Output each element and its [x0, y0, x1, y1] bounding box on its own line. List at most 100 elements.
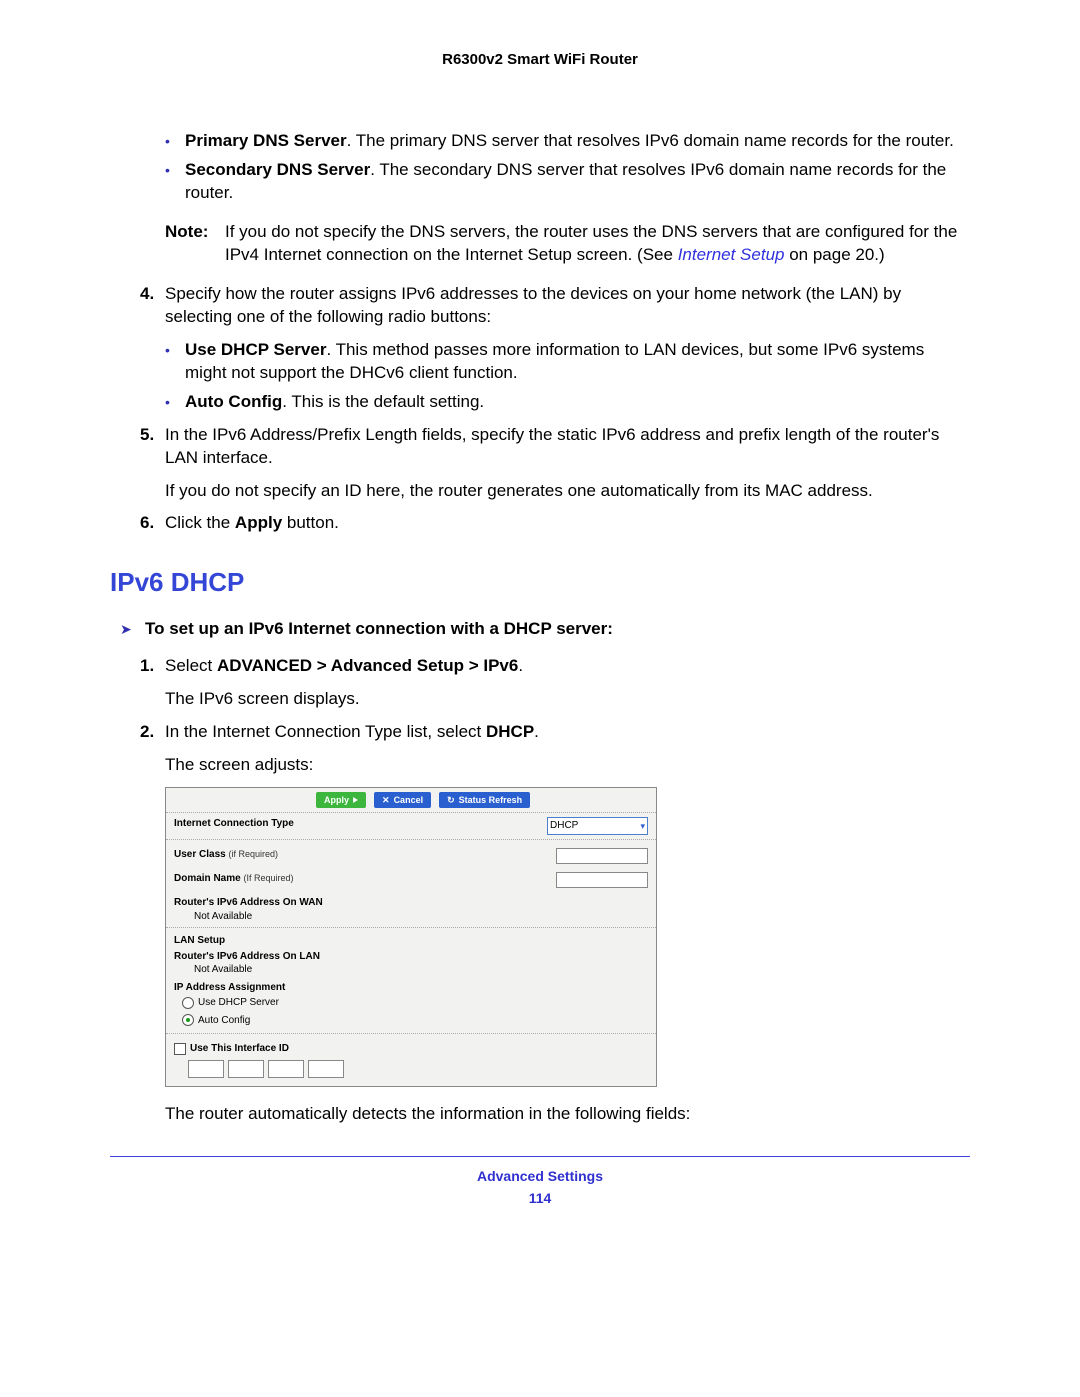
bullet-text: Use DHCP Server. This method passes more… [185, 339, 970, 385]
step-text: In the Internet Connection Type list, se… [165, 721, 970, 744]
step-num: 2. [140, 721, 165, 744]
bullet-rest: . This is the default setting. [282, 392, 484, 411]
conn-type-value: DHCP [550, 819, 578, 833]
bullet-primary-dns: • Primary DNS Server. The primary DNS se… [110, 130, 970, 153]
bullet-icon: • [165, 339, 185, 385]
conn-type-select[interactable]: DHCP ▾ [547, 817, 648, 835]
radio-icon-selected [182, 1014, 194, 1026]
step-num: 6. [140, 512, 165, 535]
use-interface-id-label: Use This Interface ID [190, 1042, 289, 1056]
lan-addr-label: Router's IPv6 Address On LAN [174, 950, 320, 964]
doc-title: R6300v2 Smart WiFi Router [110, 50, 970, 70]
domain-name-label: Domain Name (If Required) [174, 872, 294, 888]
procedure-heading: ➤ To set up an IPv6 Internet connection … [110, 618, 970, 641]
step-text: Select ADVANCED > Advanced Setup > IPv6. [165, 655, 970, 678]
apply-label: Apply [324, 794, 349, 806]
bullet-text: Primary DNS Server. The primary DNS serv… [185, 130, 970, 153]
step-num: 4. [140, 283, 165, 329]
dhcp-step-2-after: The screen adjusts: [110, 754, 970, 777]
bullet-icon: • [165, 391, 185, 414]
step-6: 6. Click the Apply button. [110, 512, 970, 535]
procedure-text: To set up an IPv6 Internet connection wi… [145, 618, 613, 641]
wan-addr-label: Router's IPv6 Address On WAN [174, 896, 323, 910]
bullet-use-dhcp: • Use DHCP Server. This method passes mo… [110, 339, 970, 385]
step-text: Specify how the router assigns IPv6 addr… [165, 283, 970, 329]
close-icon: ✕ [382, 794, 390, 806]
d1-pre: Select [165, 656, 217, 675]
lan-setup-row: LAN Setup [166, 928, 656, 948]
d1-post: . [518, 656, 523, 675]
conn-type-label: Internet Connection Type [174, 817, 294, 835]
interface-id-input-3[interactable] [268, 1060, 304, 1078]
wan-addr-value-row: Not Available [166, 910, 656, 929]
ip-assign-label: IP Address Assignment [174, 981, 285, 995]
step-num: 5. [140, 424, 165, 470]
use-interface-id-row[interactable]: Use This Interface ID [166, 1034, 656, 1058]
interface-id-inputs [166, 1058, 656, 1086]
bullet-text: Auto Config. This is the default setting… [185, 391, 970, 414]
chevron-right-icon: ➤ [120, 618, 145, 641]
user-class-input[interactable] [556, 848, 648, 864]
lan-addr-value-row: Not Available [166, 963, 656, 981]
bullet-bold: Use DHCP Server [185, 340, 326, 359]
user-class-row: User Class (if Required) [166, 840, 656, 868]
ipv6-dhcp-screenshot: Apply ✕ Cancel ↻ Status Refresh Internet… [165, 787, 657, 1087]
chevron-down-icon: ▾ [640, 820, 645, 832]
bullet-icon: • [165, 130, 185, 153]
user-class-hint: (if Required) [228, 849, 278, 859]
dhcp-step-1-after: The IPv6 screen displays. [110, 688, 970, 711]
lan-setup-label: LAN Setup [174, 934, 225, 948]
domain-name-row: Domain Name (If Required) [166, 868, 656, 892]
footer-divider [110, 1156, 970, 1157]
step6-pre: Click the [165, 513, 235, 532]
user-class-label: User Class (if Required) [174, 848, 278, 864]
cancel-label: Cancel [394, 794, 424, 806]
internet-setup-link[interactable]: Internet Setup [678, 245, 785, 264]
d2-pre: In the Internet Connection Type list, se… [165, 722, 486, 741]
wan-addr-row: Router's IPv6 Address On WAN [166, 892, 656, 910]
bullet-rest: . The primary DNS server that resolves I… [347, 131, 954, 150]
step-text: Click the Apply button. [165, 512, 970, 535]
radio-dhcp-label: Use DHCP Server [198, 996, 279, 1010]
bullet-text: Secondary DNS Server. The secondary DNS … [185, 159, 970, 205]
bullet-bold: Secondary DNS Server [185, 160, 370, 179]
step-5-after: If you do not specify an ID here, the ro… [110, 480, 970, 503]
radio-use-dhcp[interactable]: Use DHCP Server [166, 994, 656, 1012]
domain-name-bold: Domain Name [174, 873, 241, 884]
bullet-bold: Primary DNS Server [185, 131, 347, 150]
play-icon [353, 797, 358, 803]
domain-name-hint: (If Required) [243, 873, 293, 883]
note-text-b: on page 20.) [785, 245, 885, 264]
bullet-bold: Auto Config [185, 392, 282, 411]
user-class-bold: User Class [174, 849, 226, 860]
domain-name-input[interactable] [556, 872, 648, 888]
step-num: 1. [140, 655, 165, 678]
cancel-button[interactable]: ✕ Cancel [374, 792, 431, 808]
step-4: 4. Specify how the router assigns IPv6 a… [110, 283, 970, 329]
status-refresh-button[interactable]: ↻ Status Refresh [439, 792, 530, 808]
refresh-label: Status Refresh [459, 794, 523, 806]
conn-type-row: Internet Connection Type DHCP ▾ [166, 813, 656, 840]
checkbox-icon [174, 1043, 186, 1055]
note-text: If you do not specify the DNS servers, t… [225, 221, 970, 267]
heading-ipv6-dhcp: IPv6 DHCP [110, 565, 970, 600]
radio-auto-config[interactable]: Auto Config [166, 1012, 656, 1035]
ip-assign-row: IP Address Assignment [166, 981, 656, 995]
apply-button[interactable]: Apply [316, 792, 366, 808]
step-5: 5. In the IPv6 Address/Prefix Length fie… [110, 424, 970, 470]
bullet-secondary-dns: • Secondary DNS Server. The secondary DN… [110, 159, 970, 205]
interface-id-input-1[interactable] [188, 1060, 224, 1078]
dhcp-step-1: 1. Select ADVANCED > Advanced Setup > IP… [110, 655, 970, 678]
bullet-auto-config: • Auto Config. This is the default setti… [110, 391, 970, 414]
note-label: Note: [165, 221, 225, 267]
after-shot-text: The router automatically detects the inf… [110, 1103, 970, 1126]
interface-id-input-4[interactable] [308, 1060, 344, 1078]
radio-auto-label: Auto Config [198, 1014, 250, 1028]
step6-bold: Apply [235, 513, 282, 532]
d2-post: . [534, 722, 539, 741]
step-text: In the IPv6 Address/Prefix Length fields… [165, 424, 970, 470]
bullet-icon: • [165, 159, 185, 205]
refresh-icon: ↻ [447, 794, 455, 806]
interface-id-input-2[interactable] [228, 1060, 264, 1078]
d1-bold: ADVANCED > Advanced Setup > IPv6 [217, 656, 518, 675]
